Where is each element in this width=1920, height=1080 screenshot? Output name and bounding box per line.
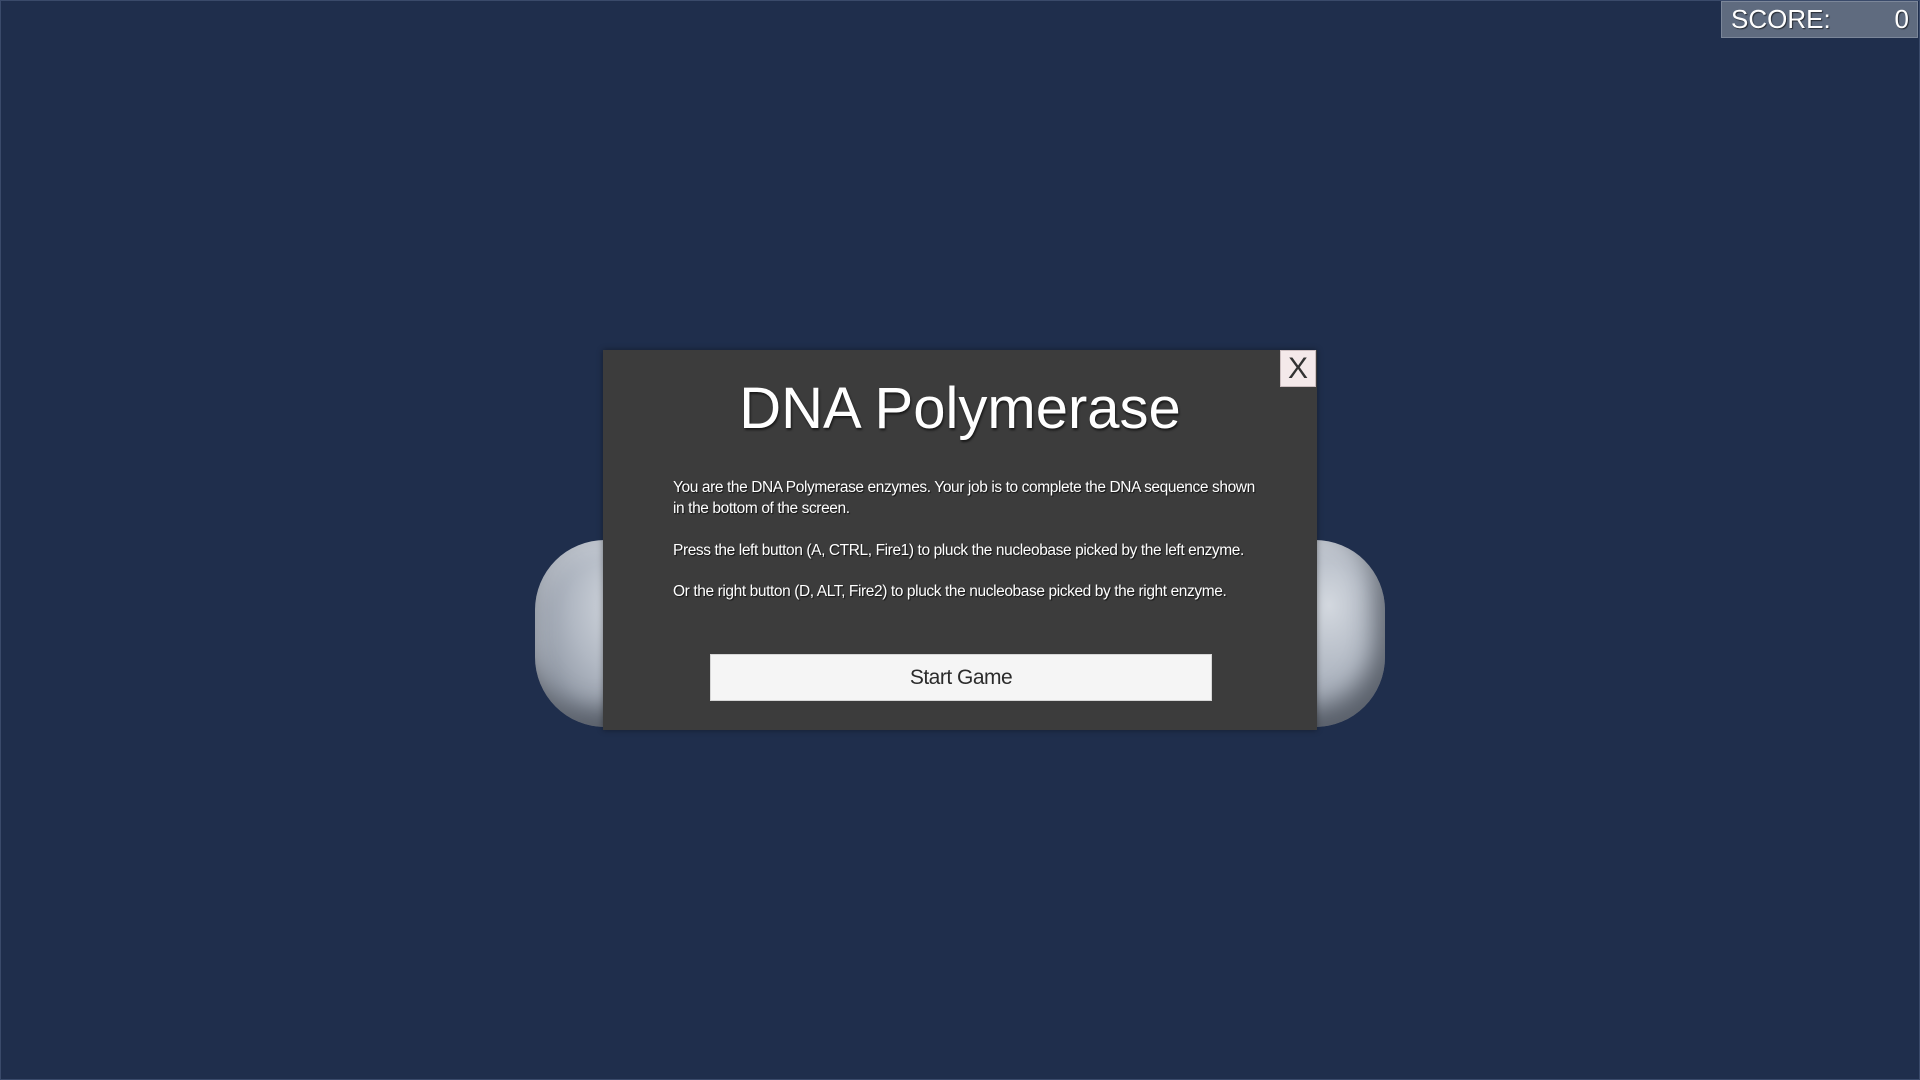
- score-label: SCORE:: [1731, 4, 1831, 34]
- instructions-paragraph: You are the DNA Polymerase enzymes. Your…: [673, 479, 1255, 517]
- score-value: 0: [1894, 4, 1909, 34]
- start-game-button[interactable]: Start Game: [710, 654, 1212, 701]
- dialog-title: DNA Polymerase: [739, 376, 1181, 441]
- instructions-dialog: X DNA Polymerase You are the DNA Polymer…: [603, 350, 1317, 730]
- instructions-paragraph: Press the left button (A, CTRL, Fire1) t…: [673, 542, 1244, 559]
- score-display: SCORE: 0: [1721, 1, 1918, 38]
- instructions-paragraph: Or the right button (D, ALT, Fire2) to p…: [673, 583, 1227, 600]
